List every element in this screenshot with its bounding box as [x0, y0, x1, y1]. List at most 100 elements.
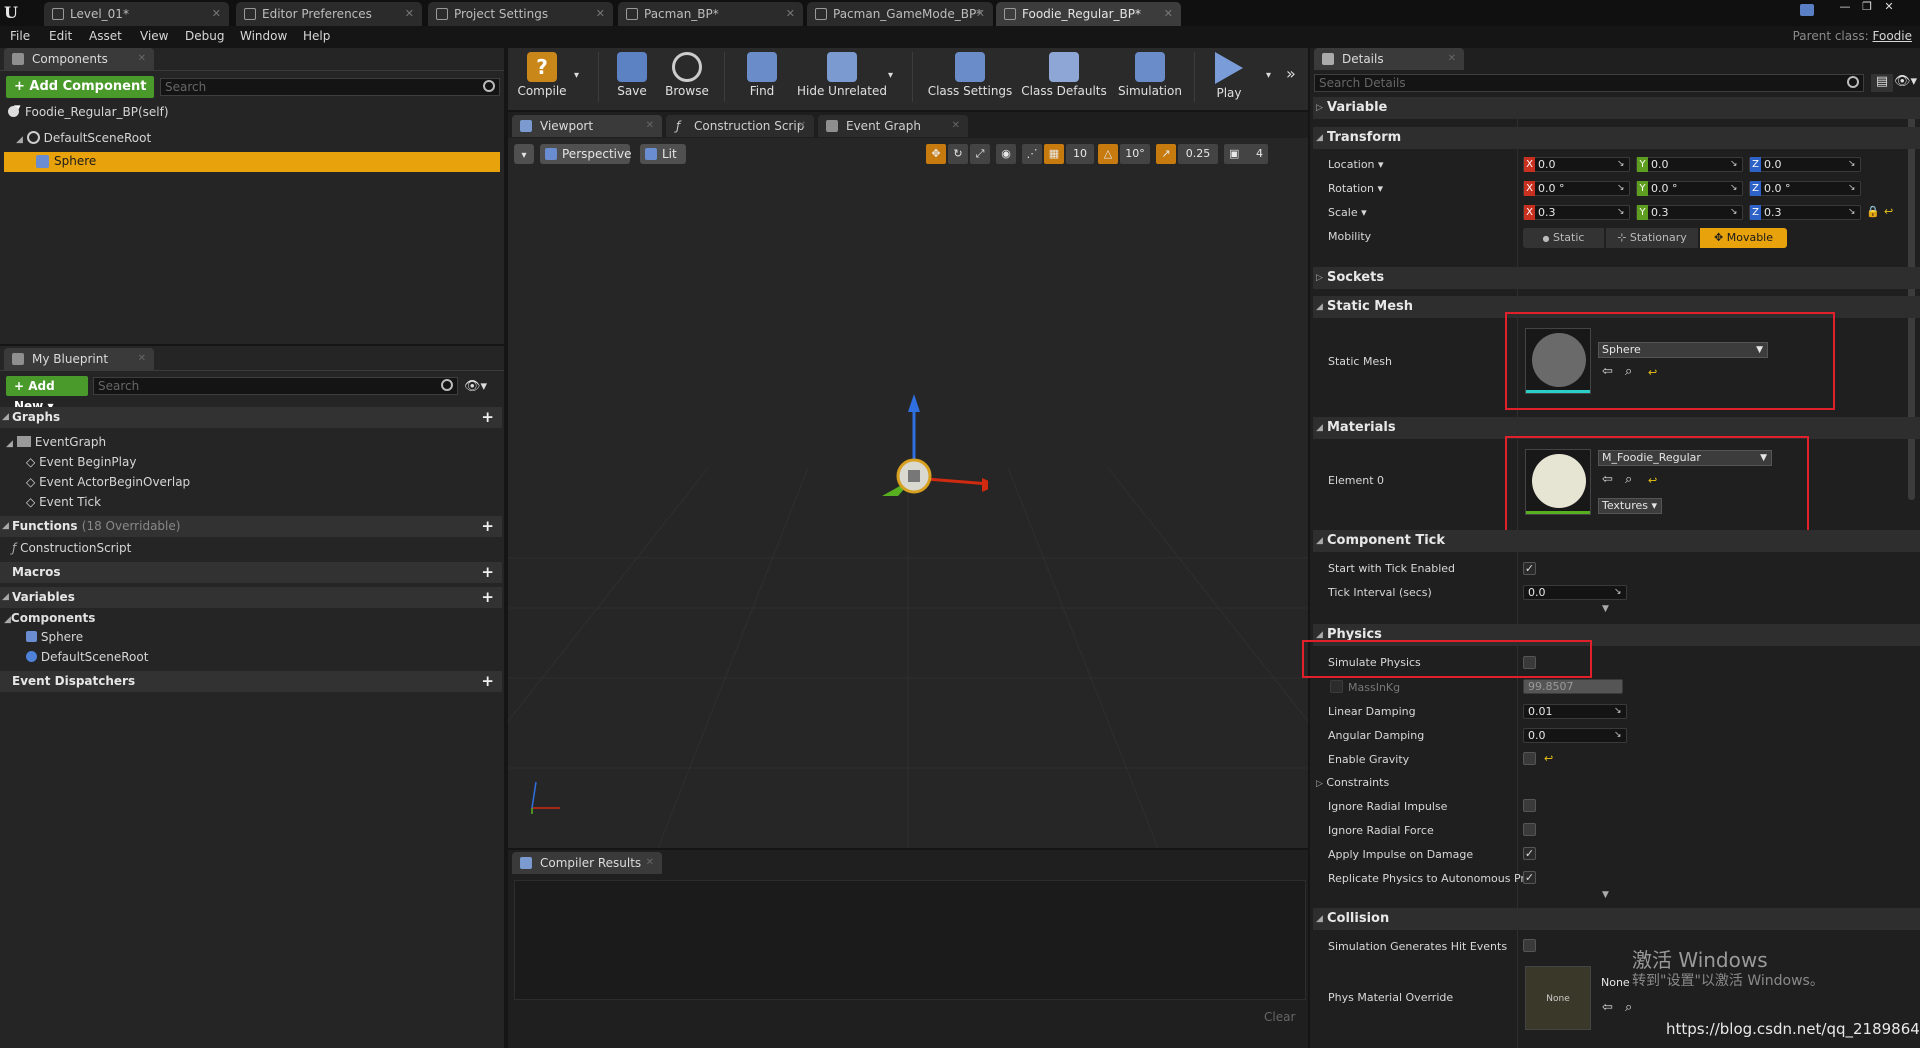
menu-edit[interactable]: Edit	[49, 29, 72, 43]
add-function-button[interactable]: +	[481, 518, 494, 534]
tab-components[interactable]: Components ✕	[4, 48, 154, 70]
close-icon[interactable]: ✕	[596, 2, 605, 26]
add-component-button[interactable]: + Add Component ▾	[6, 76, 154, 116]
close-icon[interactable]: ✕	[138, 48, 146, 70]
tab-foodie-regular-bp[interactable]: Foodie_Regular_BP* ✕	[996, 2, 1181, 26]
reset-to-default-icon[interactable]: ↩	[1884, 205, 1893, 218]
find-button[interactable]: Find	[734, 48, 790, 98]
translate-mode-button[interactable]: ✥	[926, 144, 946, 164]
sim-hit-events-checkbox[interactable]	[1523, 939, 1536, 952]
add-macro-button[interactable]: +	[481, 564, 494, 580]
mobility-static-button[interactable]: ● Static	[1523, 228, 1604, 248]
mass-override-checkbox[interactable]	[1330, 680, 1343, 693]
class-defaults-button[interactable]: Class Defaults	[1020, 48, 1108, 98]
rotation-snap-value[interactable]: 10°	[1120, 144, 1150, 164]
default-scene-root-variable-item[interactable]: DefaultSceneRoot	[26, 650, 148, 664]
tab-event-graph[interactable]: Event Graph ✕	[818, 115, 968, 137]
event-dispatchers-section[interactable]: Event Dispatchers +	[0, 671, 502, 692]
collision-section[interactable]: ◢ Collision	[1313, 908, 1920, 930]
linear-damping-input[interactable]: 0.01 ↘	[1523, 704, 1627, 719]
parent-class-link[interactable]: Foodie	[1873, 29, 1913, 43]
simulation-button[interactable]: Simulation	[1112, 48, 1188, 98]
close-icon[interactable]: ✕	[1448, 48, 1456, 70]
grid-snap-value[interactable]: 10	[1066, 144, 1094, 164]
menu-help[interactable]: Help	[303, 29, 330, 43]
constraints-row[interactable]: ▷ Constraints	[1316, 776, 1389, 789]
menu-asset[interactable]: Asset	[89, 29, 122, 43]
camera-speed-button[interactable]: ▣ 4	[1224, 144, 1268, 164]
mobility-movable-button[interactable]: ✥ Movable	[1700, 228, 1787, 248]
self-item[interactable]: Foodie_Regular_BP(self)	[8, 105, 169, 119]
lock-icon[interactable]: 🔒	[1866, 205, 1880, 218]
location-z-input[interactable]: Z 0.0 ↘	[1749, 157, 1861, 172]
compile-button[interactable]: ? Compile	[512, 48, 572, 98]
close-icon[interactable]: ✕	[138, 348, 146, 370]
rotation-snap-toggle[interactable]: △	[1098, 144, 1118, 164]
more-tools-icon[interactable]: »	[1286, 64, 1296, 83]
rotate-mode-button[interactable]: ↻	[948, 144, 968, 164]
perspective-button[interactable]: Perspective	[540, 144, 632, 164]
surface-snap-button[interactable]: ⋰	[1022, 144, 1042, 164]
sockets-section[interactable]: ▷ Sockets	[1313, 267, 1920, 289]
close-icon[interactable]: ✕	[405, 2, 414, 26]
close-window-icon[interactable]: ✕	[1878, 0, 1900, 14]
details-search-input[interactable]: Search Details	[1314, 74, 1864, 92]
rotation-label[interactable]: Rotation ▾	[1328, 182, 1383, 195]
viewport-options-button[interactable]: ▾	[514, 144, 534, 164]
location-label[interactable]: Location ▾	[1328, 158, 1384, 171]
scale-x-input[interactable]: X 0.3 ↘	[1523, 205, 1630, 220]
close-icon[interactable]: ✕	[646, 115, 654, 137]
sphere-component-item[interactable]: Sphere	[4, 152, 500, 172]
play-options-icon[interactable]: ▾	[1266, 70, 1271, 81]
tab-pacman-bp[interactable]: Pacman_BP* ✕	[618, 2, 803, 26]
tick-interval-input[interactable]: 0.0 ↘	[1523, 585, 1627, 600]
minimize-icon[interactable]: —	[1834, 0, 1856, 14]
event-tick-item[interactable]: ◇ Event Tick	[26, 495, 101, 509]
angular-damping-input[interactable]: 0.0 ↘	[1523, 728, 1627, 743]
transform-section[interactable]: ◢ Transform	[1313, 127, 1920, 149]
add-graph-button[interactable]: +	[481, 409, 494, 425]
scale-y-input[interactable]: Y 0.3 ↘	[1636, 205, 1743, 220]
scale-mode-button[interactable]: ⤢	[970, 144, 990, 164]
maximize-icon[interactable]: ❐	[1856, 0, 1878, 14]
compile-options-icon[interactable]: ▾	[574, 70, 579, 81]
phys-material-thumbnail[interactable]: None	[1525, 966, 1591, 1030]
clear-button[interactable]: Clear	[1264, 1010, 1295, 1024]
ignore-radial-impulse-checkbox[interactable]	[1523, 799, 1536, 812]
tab-project-settings[interactable]: Project Settings ✕	[428, 2, 613, 26]
browse-button[interactable]: Browse	[660, 48, 714, 98]
tab-compiler-results[interactable]: Compiler Results ✕	[512, 852, 662, 874]
component-tick-section[interactable]: ◢ Component Tick	[1313, 530, 1920, 552]
eye-icon[interactable]: 👁▾	[1894, 74, 1917, 89]
menu-file[interactable]: File	[10, 29, 30, 43]
default-scene-root-item[interactable]: ◢ DefaultSceneRoot	[16, 131, 151, 145]
add-new-button[interactable]: + Add New ▾	[6, 376, 88, 413]
components-search-input[interactable]: Search	[160, 78, 500, 96]
scale-snap-value[interactable]: 0.25	[1178, 144, 1218, 164]
list-view-icon[interactable]: ▤	[1871, 74, 1893, 92]
rotation-y-input[interactable]: Y 0.0 ° ↘	[1636, 181, 1743, 196]
location-y-input[interactable]: Y 0.0 ↘	[1636, 157, 1743, 172]
rotation-x-input[interactable]: X 0.0 ° ↘	[1523, 181, 1630, 196]
ignore-radial-force-checkbox[interactable]	[1523, 823, 1536, 836]
macros-section[interactable]: Macros +	[0, 562, 502, 583]
functions-section[interactable]: ◢ Functions (18 Overridable) +	[0, 516, 502, 537]
viewport[interactable]: ▾ Perspective Lit ✥ ↻ ⤢ ◉ ⋰ ▦ 10 △ 10° ↗…	[508, 138, 1308, 848]
mobility-stationary-button[interactable]: ⊹ Stationary	[1606, 228, 1698, 248]
tab-viewport[interactable]: Viewport ✕	[512, 115, 662, 137]
hide-unrelated-options-icon[interactable]: ▾	[888, 70, 893, 81]
hide-unrelated-button[interactable]: Hide Unrelated	[792, 48, 892, 98]
construction-script-item[interactable]: ƒ ConstructionScript	[12, 541, 131, 555]
tab-my-blueprint[interactable]: My Blueprint ✕	[4, 348, 154, 370]
close-icon[interactable]: ✕	[786, 2, 795, 26]
close-icon[interactable]: ✕	[646, 852, 654, 874]
event-graph-item[interactable]: ◢ EventGraph	[6, 435, 106, 449]
event-actorbeginoverlap-item[interactable]: ◇ Event ActorBeginOverlap	[26, 475, 190, 489]
blueprint-search-input[interactable]: Search	[93, 377, 458, 395]
close-icon[interactable]: ✕	[952, 115, 960, 137]
location-x-input[interactable]: X 0.0 ↘	[1523, 157, 1630, 172]
apply-impulse-checkbox[interactable]: ✓	[1523, 847, 1536, 860]
tab-details[interactable]: Details ✕	[1314, 48, 1464, 70]
eye-icon[interactable]: 👁▾	[464, 379, 487, 394]
scale-snap-toggle[interactable]: ↗	[1156, 144, 1176, 164]
